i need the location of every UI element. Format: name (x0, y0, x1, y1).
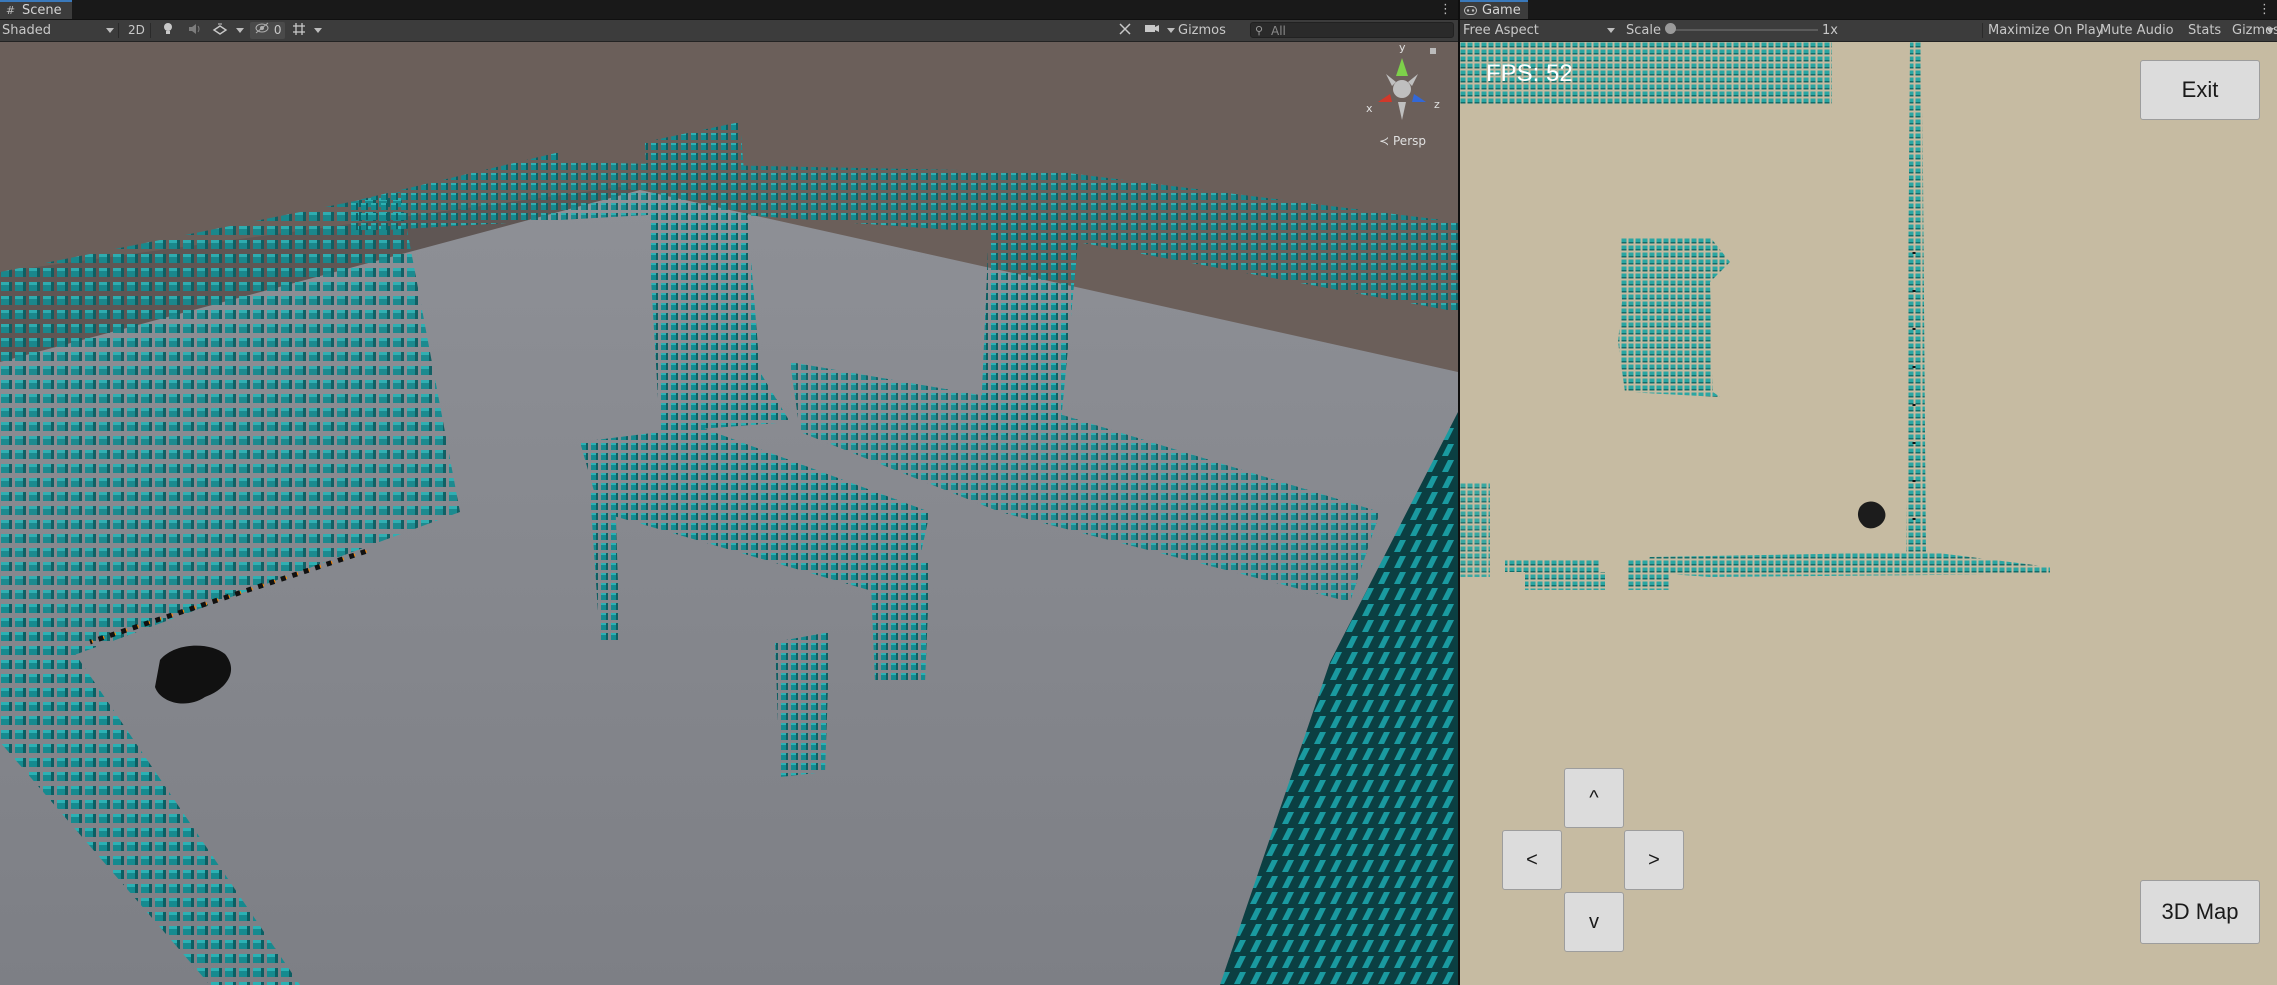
scene-tab-bar: # Scene ⋮ (0, 0, 1458, 20)
aspect-dropdown[interactable]: Free Aspect (1463, 22, 1615, 39)
search-icon: ⚲ (1255, 24, 1264, 37)
scale-label: Scale (1626, 23, 1661, 38)
chevron-left-icon: ≺ (1379, 134, 1390, 148)
game-topdown-map (1460, 42, 2277, 985)
dpad-up-button[interactable]: ^ (1564, 768, 1624, 828)
scene-search-input[interactable]: ⚲ All (1250, 22, 1454, 38)
lock-icon (1430, 48, 1436, 54)
game-toolbar: Free Aspect Scale 1x Maximize On Play Mu… (1460, 20, 2277, 42)
scale-value: 1x (1822, 23, 1838, 38)
axis-y-cone (1396, 58, 1408, 76)
effects-dropdown-icon[interactable] (232, 22, 248, 39)
orientation-gizmo[interactable]: y x z (1352, 42, 1452, 134)
dpad-down-button[interactable]: v (1564, 892, 1624, 952)
map-3d-button[interactable]: 3D Map (2140, 880, 2260, 944)
chevron-down-icon (100, 22, 114, 39)
gamepad-icon (1464, 4, 1477, 17)
axis-y-label: y (1399, 42, 1406, 54)
axis-z-cone (1412, 94, 1426, 102)
scene-3d-render (0, 42, 1458, 985)
tab-game[interactable]: Game (1460, 0, 1528, 19)
axis-x-cone (1378, 94, 1392, 102)
lighting-icon[interactable] (158, 22, 178, 39)
scene-panel: # Scene ⋮ Shaded 2D 0 Gizmos ⚲ All y x z… (0, 0, 1458, 985)
game-tab-menu-icon[interactable]: ⋮ (2258, 2, 2271, 17)
mode-2d-button[interactable]: 2D (124, 22, 149, 39)
map-voxel-edge-left (1460, 482, 1490, 577)
game-panel: Game ⋮ Free Aspect Scale 1x Maximize On … (1460, 0, 2277, 985)
chevron-down-icon[interactable] (2266, 22, 2274, 39)
scene-toolbar: Shaded 2D 0 Gizmos ⚲ All (0, 20, 1458, 50)
map-voxel-row-mid (1628, 560, 1670, 590)
axis-x-label: x (1366, 102, 1373, 115)
scene-gizmos-label: Gizmos (1178, 23, 1226, 38)
camera-icon[interactable] (1140, 22, 1179, 39)
voxel-table-leg-3 (870, 562, 930, 682)
scale-slider-handle[interactable] (1665, 23, 1676, 34)
scene-search-placeholder: All (1271, 24, 1286, 38)
maximize-on-play-toggle[interactable]: Maximize On Play (1988, 22, 2103, 39)
audio-icon[interactable] (184, 22, 206, 39)
tab-scene-label: Scene (22, 2, 62, 18)
toolbar-divider (150, 23, 151, 38)
toolbar-divider (1982, 23, 1983, 38)
grid-icon[interactable] (288, 22, 310, 39)
axis-z-label: z (1434, 98, 1440, 111)
scene-visibility-toggle[interactable]: 0 (250, 22, 286, 39)
stats-toggle[interactable]: Stats (2188, 22, 2221, 39)
map-voxel-row-left-2 (1525, 572, 1605, 590)
game-viewport[interactable]: FPS: 52 Exit 3D Map ^ < > v (1460, 42, 2277, 985)
hidden-object-count: 0 (273, 23, 282, 37)
scene-viewport[interactable]: y x z ≺ Persp (0, 42, 1458, 985)
mute-audio-toggle[interactable]: Mute Audio (2100, 22, 2174, 39)
scene-tab-menu-icon[interactable]: ⋮ (1439, 2, 1452, 17)
tab-scene[interactable]: # Scene (0, 0, 72, 19)
projection-label: Persp (1393, 134, 1426, 148)
shading-mode-dropdown[interactable]: Shaded (2, 22, 114, 39)
chevron-down-icon (1601, 22, 1615, 39)
fps-counter: FPS: 52 (1486, 60, 1573, 87)
dpad-right-button[interactable]: > (1624, 830, 1684, 890)
scale-slider-track[interactable] (1670, 29, 1818, 31)
map-voxel-row-left (1505, 560, 1600, 572)
effects-icon[interactable] (208, 22, 232, 39)
projection-toggle[interactable]: ≺ Persp (1379, 134, 1426, 148)
grid-dropdown-icon[interactable] (310, 22, 326, 39)
voxel-table-leg-2 (775, 632, 830, 777)
scene-gizmos-dropdown[interactable]: Gizmos (1178, 22, 1240, 50)
scene-hash-icon: # (5, 3, 16, 17)
exit-button[interactable]: Exit (2140, 60, 2260, 120)
shading-mode-value: Shaded (2, 23, 51, 38)
eye-slash-icon (254, 22, 274, 37)
aspect-value: Free Aspect (1463, 23, 1539, 38)
tools-icon[interactable] (1114, 22, 1136, 39)
toolbar-divider (118, 23, 119, 38)
dpad-left-button[interactable]: < (1502, 830, 1562, 890)
game-tab-bar: Game ⋮ (1460, 0, 2277, 20)
tab-game-label: Game (1482, 2, 1521, 18)
